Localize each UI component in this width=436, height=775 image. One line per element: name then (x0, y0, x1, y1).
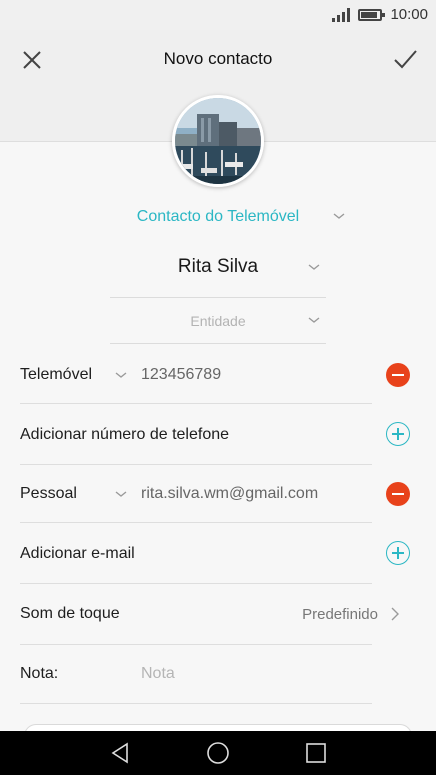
ringtone-value[interactable]: Predefinido (302, 606, 378, 623)
divider (110, 297, 326, 298)
divider (20, 644, 372, 645)
add-phone-button[interactable] (386, 422, 410, 446)
chevron-down-icon[interactable] (307, 315, 321, 325)
name-field[interactable]: Rita Silva (110, 256, 326, 278)
email-type-selector[interactable]: Pessoal (20, 485, 77, 503)
remove-email-button[interactable] (386, 482, 410, 506)
divider (20, 703, 372, 704)
status-time: 10:00 (390, 6, 428, 23)
recents-button[interactable] (304, 741, 328, 765)
contact-photo[interactable] (172, 95, 264, 187)
add-phone-label[interactable]: Adicionar número de telefone (20, 426, 229, 444)
note-label: Nota: (20, 665, 59, 682)
add-email-button[interactable] (386, 541, 410, 565)
note-input[interactable]: Nota (141, 665, 175, 683)
home-button[interactable] (206, 741, 230, 765)
save-button[interactable] (390, 44, 420, 74)
back-button[interactable] (109, 741, 133, 765)
ringtone-label[interactable]: Som de toque (20, 605, 120, 623)
account-selector[interactable]: Contacto do Telemóvel (0, 208, 436, 226)
divider (110, 343, 326, 344)
home-circle-icon (207, 742, 229, 764)
entity-field[interactable]: Entidade (110, 313, 326, 329)
chevron-down-icon[interactable] (332, 211, 346, 221)
phone-number-field[interactable]: 123456789 (141, 366, 221, 384)
chevron-down-icon[interactable] (114, 489, 128, 499)
add-email-label[interactable]: Adicionar e-mail (20, 545, 135, 563)
divider (20, 583, 372, 584)
chevron-down-icon[interactable] (307, 262, 321, 272)
recents-square-icon (306, 743, 326, 763)
remove-phone-button[interactable] (386, 363, 410, 387)
check-icon (394, 50, 417, 69)
phone-type-selector[interactable]: Telemóvel (20, 366, 92, 384)
page-title: Novo contacto (163, 49, 273, 68)
divider (20, 522, 372, 523)
back-triangle-icon (111, 742, 128, 764)
chevron-right-icon[interactable] (390, 606, 400, 622)
navigation-bar (0, 731, 436, 775)
status-icons: 10:00 (332, 6, 428, 23)
signal-icon (332, 7, 351, 22)
battery-icon (358, 8, 386, 21)
email-field[interactable]: rita.silva.wm@gmail.com (141, 485, 318, 503)
photo-image (175, 98, 261, 184)
divider (20, 403, 372, 404)
chevron-down-icon[interactable] (114, 370, 128, 380)
divider (20, 464, 372, 465)
status-bar: 10:00 (0, 0, 436, 30)
